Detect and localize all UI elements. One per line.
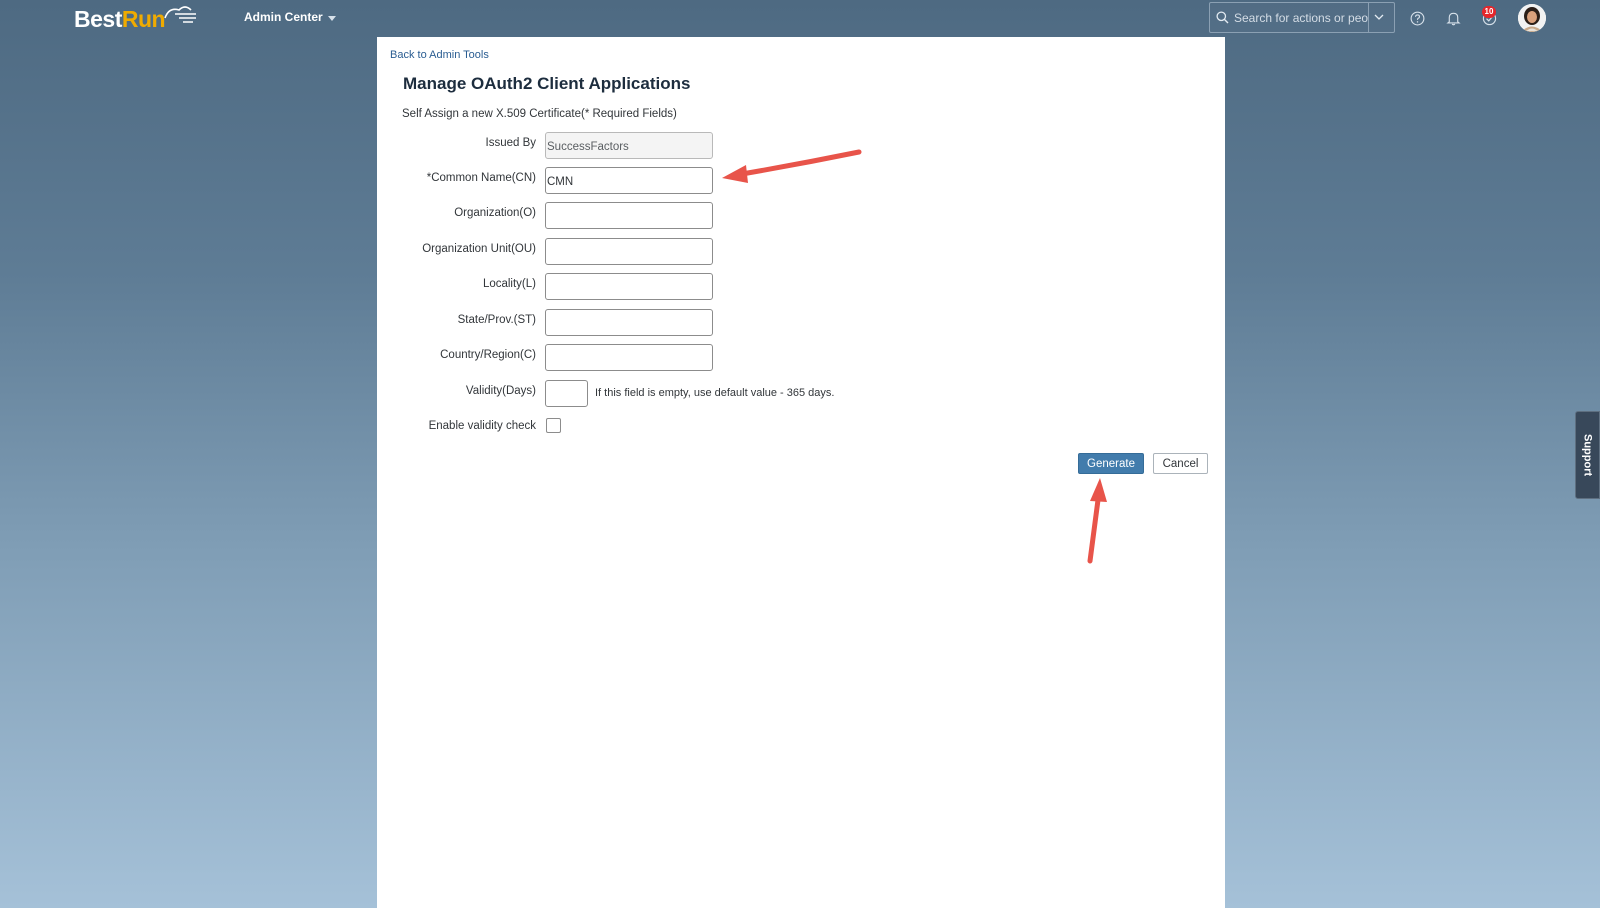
enable-validity-check-checkbox[interactable] xyxy=(546,418,561,433)
help-icon[interactable] xyxy=(1408,9,1426,27)
search-scope-dropdown[interactable] xyxy=(1368,3,1389,32)
validity-check-row: Enable validity check xyxy=(377,415,1225,443)
organization-unit-row: Organization Unit(OU) xyxy=(377,238,1225,266)
search-icon[interactable] xyxy=(1210,11,1234,24)
common-name-field[interactable] xyxy=(545,167,713,194)
validity-check-label: Enable validity check xyxy=(428,420,536,432)
issued-by-field xyxy=(545,132,713,159)
validity-days-field[interactable] xyxy=(545,380,588,407)
locality-label: Locality(L) xyxy=(482,278,536,290)
issued-by-label: Issued By xyxy=(485,137,537,149)
generate-button[interactable]: Generate xyxy=(1078,453,1144,474)
validity-hint: If this field is empty, use default valu… xyxy=(595,387,835,399)
organization-label: Organization(O) xyxy=(454,207,536,219)
support-tab[interactable]: Support xyxy=(1575,411,1600,499)
locality-row: Locality(L) xyxy=(377,273,1225,301)
module-picker[interactable]: Admin Center xyxy=(244,10,336,24)
locality-field[interactable] xyxy=(545,273,713,300)
module-picker-label: Admin Center xyxy=(244,10,323,24)
validity-label: Validity(Days) xyxy=(465,385,536,397)
country-label: Country/Region(C) xyxy=(440,349,536,361)
country-field[interactable] xyxy=(545,344,713,371)
chevron-down-icon xyxy=(1374,14,1384,20)
state-row: State/Prov.(ST) xyxy=(377,309,1225,337)
bestrun-logo[interactable]: Best Run xyxy=(74,5,197,33)
back-to-admin-tools-link[interactable]: Back to Admin Tools xyxy=(390,49,489,61)
shell-bar: BestRun Admin Center 10 xyxy=(0,0,1600,36)
notification-count-badge: 10 xyxy=(1482,6,1496,18)
common-name-row: *Common Name(CN) xyxy=(377,167,1225,195)
organization-row: Organization(O) xyxy=(377,202,1225,230)
global-search xyxy=(1209,2,1395,33)
organization-unit-field[interactable] xyxy=(545,238,713,265)
organization-field[interactable] xyxy=(545,202,713,229)
common-name-label: *Common Name(CN) xyxy=(426,172,536,184)
caret-down-icon xyxy=(327,15,336,21)
logo-text-best: Best xyxy=(74,5,122,32)
issued-by-row: Issued By xyxy=(377,132,1225,160)
validity-row: Validity(Days) If this field is empty, u… xyxy=(377,380,1225,408)
support-tab-label: Support xyxy=(1581,433,1594,477)
country-row: Country/Region(C) xyxy=(377,344,1225,372)
organization-unit-label: Organization Unit(OU) xyxy=(422,243,536,255)
cloud-swoosh-icon xyxy=(164,6,197,23)
cancel-button[interactable]: Cancel xyxy=(1153,453,1208,474)
state-field[interactable] xyxy=(545,309,713,336)
logo-text-run: Run xyxy=(121,5,166,32)
form-subtitle: Self Assign a new X.509 Certificate(* Re… xyxy=(402,108,677,120)
user-avatar[interactable] xyxy=(1518,4,1546,32)
search-input[interactable] xyxy=(1234,10,1368,25)
state-label: State/Prov.(ST) xyxy=(457,314,536,326)
main-content-panel: Back to Admin Tools Manage OAuth2 Client… xyxy=(377,37,1225,908)
bell-icon[interactable] xyxy=(1444,9,1462,27)
page-title: Manage OAuth2 Client Applications xyxy=(403,74,691,93)
